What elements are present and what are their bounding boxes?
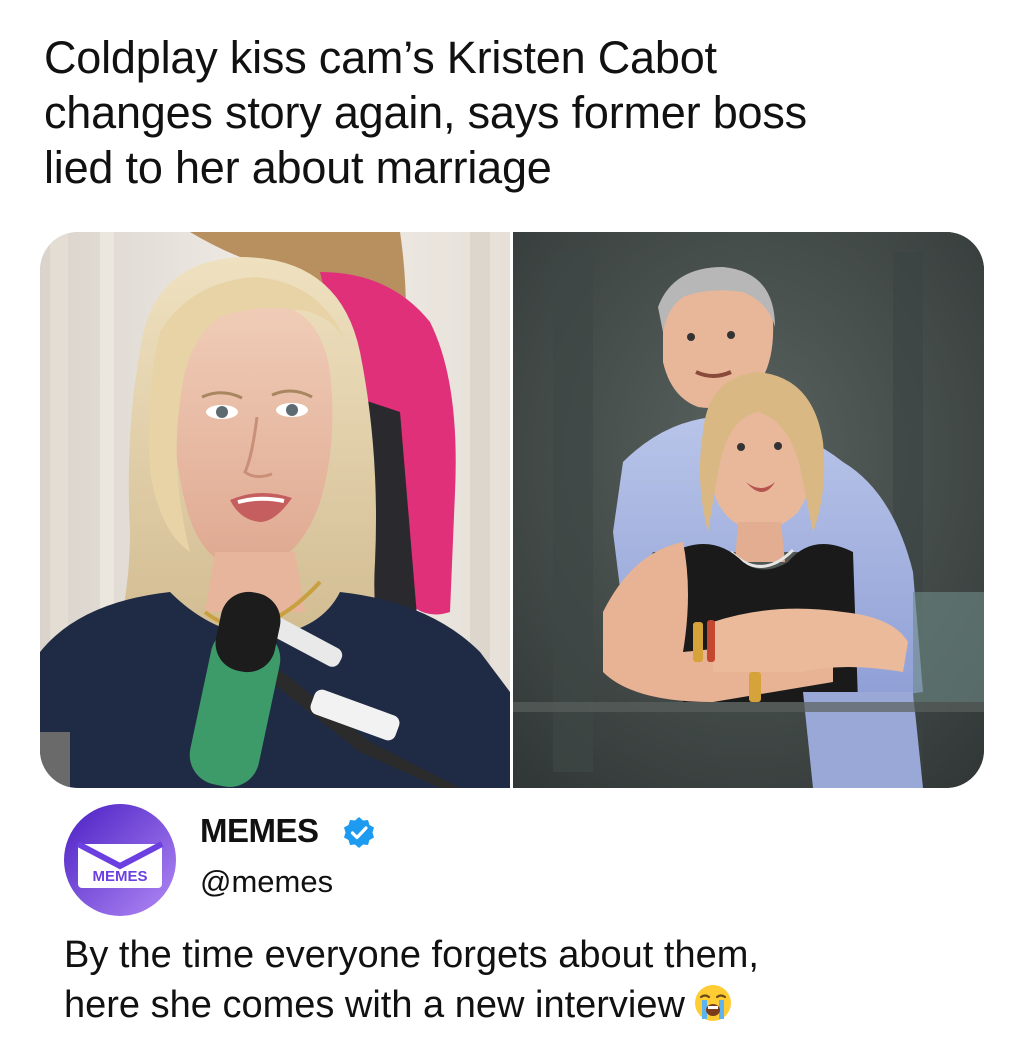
tweet-text-line-2-text: here she comes with a new interview xyxy=(64,984,685,1026)
headline-line-2: changes story again, says former boss xyxy=(44,87,807,138)
tweet-text-line-2: here she comes with a new interview xyxy=(64,980,994,1030)
headline-line-3: lied to her about marriage xyxy=(44,142,552,193)
headline: Coldplay kiss cam’s Kristen Cabot change… xyxy=(44,30,994,195)
kiss-cam-couple-embracing-image xyxy=(513,232,984,788)
memes-logo-icon: MEMES xyxy=(64,804,176,916)
avatar[interactable]: MEMES xyxy=(64,804,176,916)
handle[interactable]: @memes xyxy=(200,864,333,900)
right-photo xyxy=(513,232,984,788)
left-photo xyxy=(40,232,510,788)
woman-speaking-into-microphone-image xyxy=(40,232,510,788)
headline-line-1: Coldplay kiss cam’s Kristen Cabot xyxy=(44,32,717,83)
avatar-label: MEMES xyxy=(92,868,147,885)
tweet-text: By the time everyone forgets about them,… xyxy=(64,930,994,1030)
loudly-crying-face-emoji-icon xyxy=(694,985,731,1021)
display-name[interactable]: MEMES xyxy=(200,812,319,850)
verified-badge-icon xyxy=(344,817,374,848)
tweet-text-line-1: By the time everyone forgets about them, xyxy=(64,934,759,976)
